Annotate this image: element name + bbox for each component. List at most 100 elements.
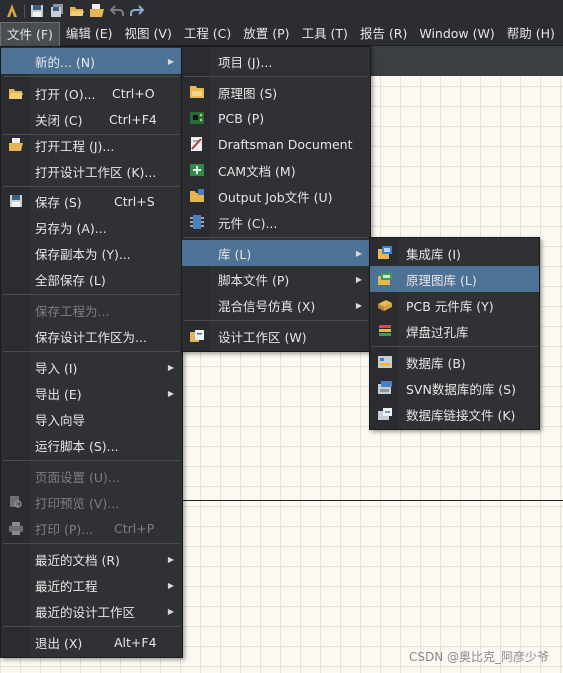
file-save-label: 保存 (S): [35, 194, 82, 210]
file-close-shortcut: Ctrl+F4: [109, 111, 157, 127]
file-print-preview-label: 打印预览 (V)...: [35, 495, 120, 511]
new-library-label: 库 (L): [218, 246, 252, 262]
file-exit-shortcut: Alt+F4: [114, 634, 157, 650]
new-library-item[interactable]: 库 (L) ▶: [182, 240, 370, 266]
open-folder-icon: [7, 84, 25, 102]
new-script-file-item[interactable]: 脚本文件 (P) ▶: [182, 266, 370, 292]
file-open-label: 打开 (O)...: [35, 86, 96, 102]
menu-edit[interactable]: 编辑 (E): [60, 22, 119, 46]
new-schematic-item[interactable]: 原理图 (S): [182, 79, 370, 105]
file-save-copy-as-item[interactable]: 保存副本为 (Y)...: [1, 240, 182, 266]
submenu-arrow-icon: ▶: [167, 554, 174, 564]
open-project-icon[interactable]: [89, 3, 105, 19]
file-menu: 新的... (N) ▶ 打开 (O)... Ctrl+O 关闭 (C) Ctrl…: [0, 46, 183, 658]
menu-file[interactable]: 文件 (F): [0, 21, 60, 46]
redo-icon[interactable]: [129, 3, 145, 19]
menu-help[interactable]: 帮助 (H): [501, 22, 561, 46]
lib-database-link-label: 数据库链接文件 (K): [406, 407, 516, 423]
menu-window[interactable]: Window (W): [413, 22, 500, 46]
file-print-item: 打印 (P)... Ctrl+P: [1, 515, 182, 541]
file-save-all-item[interactable]: 全部保存 (L): [1, 266, 182, 292]
file-save-as-label: 另存为 (A)...: [35, 220, 107, 236]
menu-project[interactable]: 工程 (C): [178, 22, 237, 46]
menu-separator: [3, 351, 180, 352]
undo-icon[interactable]: [109, 3, 125, 19]
new-component-label: 元件 (C)...: [218, 215, 278, 231]
lib-schematic-item[interactable]: 原理图库 (L): [370, 266, 539, 292]
component-icon: [188, 213, 206, 231]
new-project-item[interactable]: 项目 (J)...: [182, 48, 370, 74]
file-recent-projects-item[interactable]: 最近的工程 ▶: [1, 572, 182, 598]
file-import-item[interactable]: 导入 (I) ▶: [1, 354, 182, 380]
submenu-arrow-icon: ▶: [355, 248, 362, 258]
submenu-arrow-icon: ▶: [355, 274, 362, 284]
menu-place[interactable]: 放置 (P): [237, 22, 295, 46]
menu-reports[interactable]: 报告 (R): [354, 22, 413, 46]
draftsman-icon: [188, 135, 206, 153]
new-draftsman-item[interactable]: Draftsman Document: [182, 131, 370, 157]
lib-pcb-item[interactable]: PCB 元件库 (Y): [370, 292, 539, 318]
pcb-icon: [188, 109, 206, 127]
file-export-label: 导出 (E): [35, 386, 82, 402]
file-save-as-item[interactable]: 另存为 (A)...: [1, 214, 182, 240]
menu-view[interactable]: 视图 (V): [119, 22, 178, 46]
new-pcb-item[interactable]: PCB (P): [182, 105, 370, 131]
open-folder-icon[interactable]: [69, 3, 85, 19]
menu-separator: [372, 346, 537, 347]
file-open-shortcut: Ctrl+O: [112, 85, 155, 101]
pad-via-library-icon: [376, 322, 394, 340]
new-pcb-label: PCB (P): [218, 110, 265, 126]
new-mixed-sim-item[interactable]: 混合信号仿真 (X) ▶: [182, 292, 370, 318]
file-open-item[interactable]: 打开 (O)... Ctrl+O: [1, 80, 182, 106]
file-page-setup-item: 页面设置 (U)...: [1, 463, 182, 489]
app-logo-icon: [4, 3, 20, 19]
toolbar-separator: [24, 4, 25, 18]
new-cam-item[interactable]: CAM文档 (M): [182, 157, 370, 183]
file-open-workspace-item[interactable]: 打开设计工作区 (K)...: [1, 158, 182, 184]
new-output-job-item[interactable]: Output Job文件 (U): [182, 183, 370, 209]
file-open-project-item[interactable]: 打开工程 (J)...: [1, 132, 182, 158]
save-icon[interactable]: [29, 3, 45, 19]
menu-separator: [184, 76, 368, 77]
lib-svn-database-label: SVN数据库的库 (S): [406, 381, 516, 397]
lib-integrated-label: 集成库 (I): [406, 246, 461, 262]
lib-svn-database-item[interactable]: SVN数据库的库 (S): [370, 375, 539, 401]
file-export-item[interactable]: 导出 (E) ▶: [1, 380, 182, 406]
file-recent-docs-item[interactable]: 最近的文档 (R) ▶: [1, 546, 182, 572]
submenu-arrow-icon: ▶: [355, 300, 362, 310]
lib-database-link-item[interactable]: 数据库链接文件 (K): [370, 401, 539, 427]
file-new-item[interactable]: 新的... (N) ▶: [1, 48, 182, 74]
schematic-library-icon: [376, 270, 394, 288]
new-draftsman-label: Draftsman Document: [218, 136, 353, 152]
lib-database-item[interactable]: 数据库 (B): [370, 349, 539, 375]
file-close-item[interactable]: 关闭 (C) Ctrl+F4: [1, 106, 182, 132]
submenu-arrow-icon: ▶: [167, 56, 174, 66]
new-component-item[interactable]: 元件 (C)...: [182, 209, 370, 235]
file-save-item[interactable]: 保存 (S) Ctrl+S: [1, 188, 182, 214]
lib-pad-via-item[interactable]: 焊盘过孔库: [370, 318, 539, 344]
new-output-job-label: Output Job文件 (U): [218, 189, 333, 205]
lib-integrated-item[interactable]: 集成库 (I): [370, 240, 539, 266]
new-script-file-label: 脚本文件 (P): [218, 272, 290, 288]
new-project-label: 项目 (J)...: [218, 54, 273, 70]
save-all-icon[interactable]: [49, 3, 65, 19]
file-save-all-label: 全部保存 (L): [35, 272, 106, 288]
database-link-icon: [376, 405, 394, 423]
file-save-workspace-as-item[interactable]: 保存设计工作区为...: [1, 323, 182, 349]
lib-pad-via-label: 焊盘过孔库: [406, 324, 469, 340]
file-run-script-item[interactable]: 运行脚本 (S)...: [1, 432, 182, 458]
new-workspace-item[interactable]: 设计工作区 (W): [182, 323, 370, 349]
submenu-arrow-icon: ▶: [167, 606, 174, 616]
file-save-workspace-as-label: 保存设计工作区为...: [35, 329, 147, 345]
menu-tools[interactable]: 工具 (T): [296, 22, 354, 46]
menubar: 文件 (F) 编辑 (E) 视图 (V) 工程 (C) 放置 (P) 工具 (T…: [0, 21, 563, 46]
menu-separator: [3, 543, 180, 544]
file-import-wizard-item[interactable]: 导入向导: [1, 406, 182, 432]
file-recent-workspaces-label: 最近的设计工作区: [35, 604, 136, 620]
file-exit-item[interactable]: 退出 (X) Alt+F4: [1, 629, 182, 655]
menu-separator: [3, 76, 180, 77]
svn-database-icon: [376, 379, 394, 397]
new-submenu: 项目 (J)... 原理图 (S) PCB (P) Draftsman Docu…: [181, 46, 371, 352]
quick-access-toolbar: [0, 0, 563, 22]
file-recent-workspaces-item[interactable]: 最近的设计工作区 ▶: [1, 598, 182, 624]
